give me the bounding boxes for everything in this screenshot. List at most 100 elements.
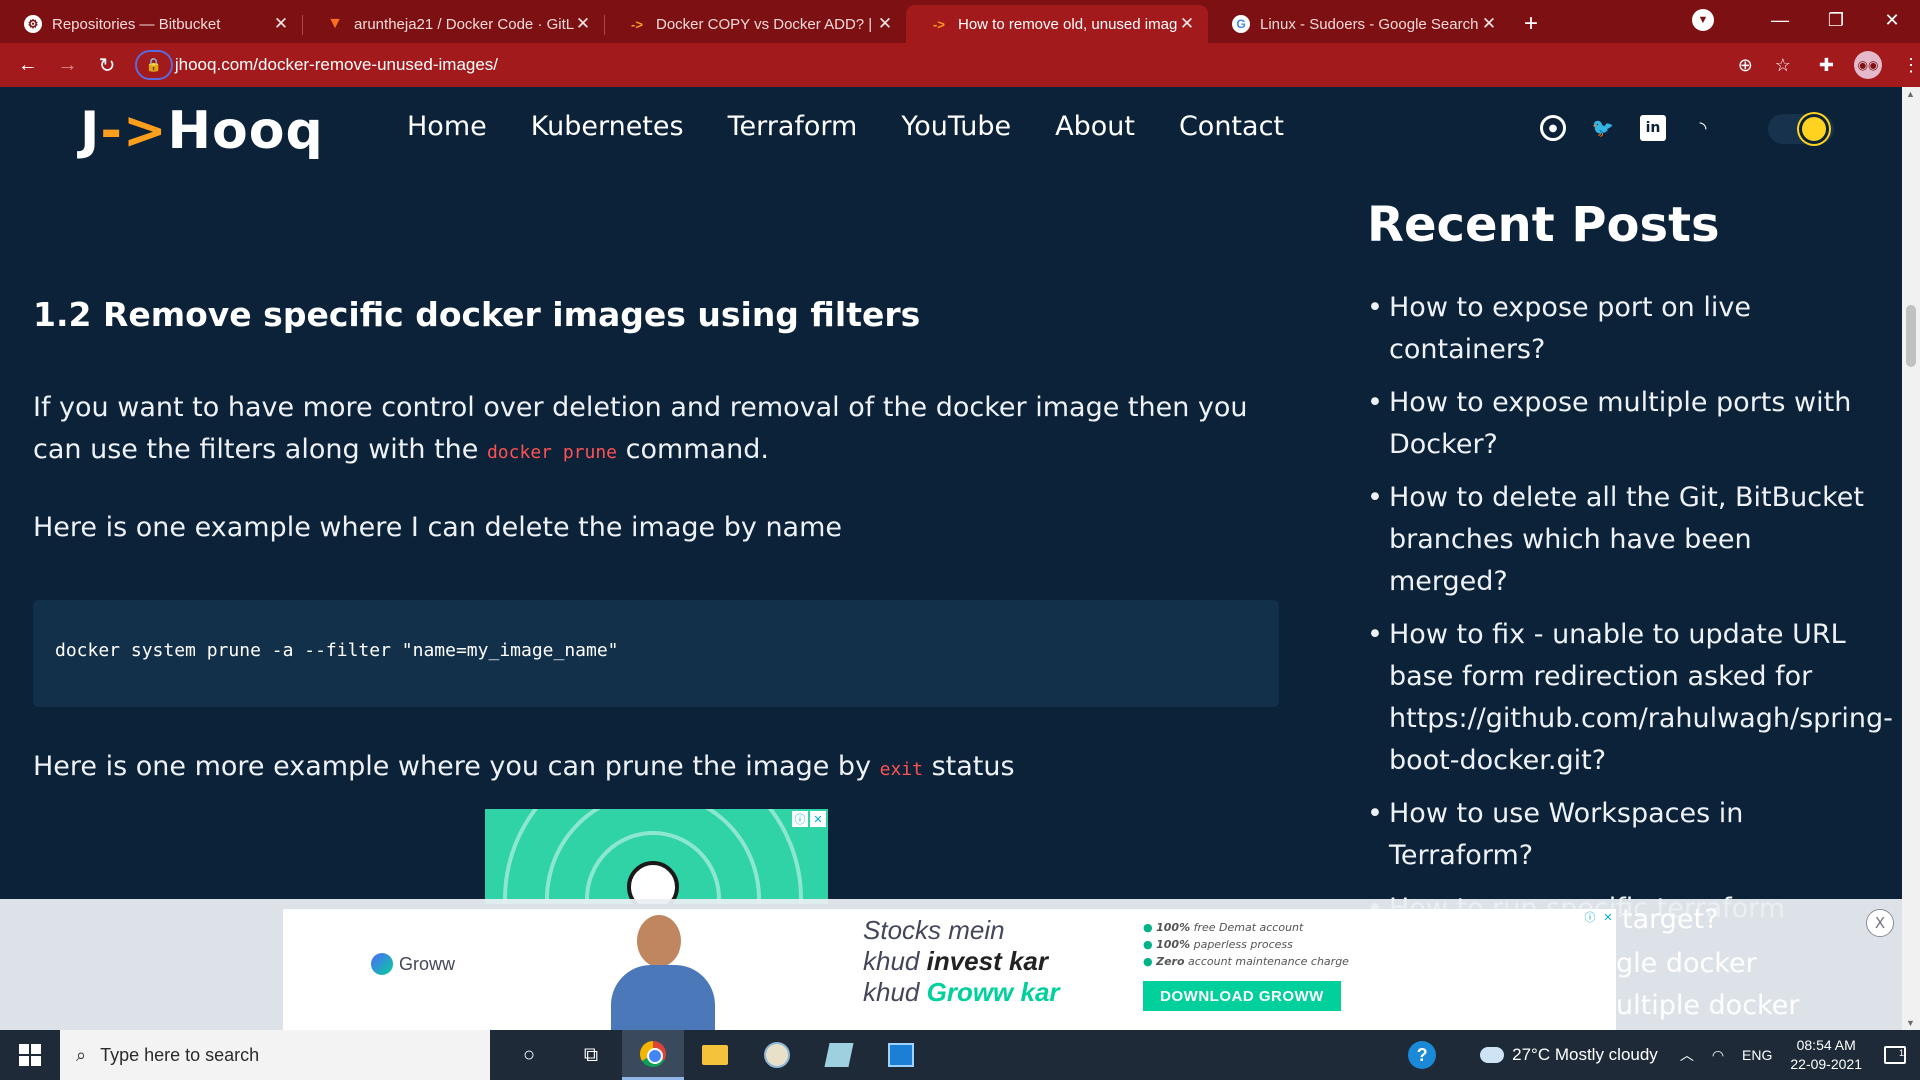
bullet-strong: 100%: [1156, 938, 1191, 951]
recent-post-link[interactable]: How to expose port on live containers?: [1367, 287, 1867, 371]
menu-kebab-icon[interactable]: ⋮: [1902, 55, 1920, 76]
site-logo[interactable]: J->Hooq: [80, 101, 324, 161]
logo-arrow: ->: [100, 101, 168, 161]
lock-icon[interactable]: 🔒: [134, 50, 173, 80]
groww-logo: Groww: [371, 953, 455, 975]
notification-icon[interactable]: 1: [1884, 1046, 1906, 1064]
extensions-icon[interactable]: ✚: [1819, 55, 1834, 76]
cortana-icon[interactable]: ○: [498, 1030, 560, 1080]
recent-post-link[interactable]: How to expose multiple ports with Docker…: [1367, 382, 1867, 466]
restore-icon[interactable]: ❐: [1808, 10, 1864, 31]
recent-post-link[interactable]: How to delete all the Git, BitBucket bra…: [1367, 477, 1867, 603]
recent-posts-title: Recent Posts: [1367, 197, 1720, 253]
close-window-icon[interactable]: ✕: [1864, 10, 1920, 31]
back-icon[interactable]: ←: [8, 54, 48, 77]
scrollbar-thumb[interactable]: [1906, 305, 1916, 367]
nav-home[interactable]: Home: [407, 111, 487, 142]
close-tab-icon[interactable]: ✕: [272, 14, 290, 34]
url-input[interactable]: 🔒 jhooq.com/docker-remove-unused-images/…: [134, 49, 1799, 81]
close-tab-icon[interactable]: ✕: [1178, 14, 1196, 34]
tab-bitbucket[interactable]: ⚙ Repositories — Bitbucket ✕: [0, 5, 302, 43]
ad-choices: ⓘ ✕: [1582, 909, 1616, 925]
address-bar: ← → ↻ 🔒 jhooq.com/docker-remove-unused-i…: [0, 43, 1920, 87]
site-header: J->Hooq Home Kubernetes Terraform YouTub…: [0, 87, 1902, 167]
paragraph-example-exit: Here is one more example where you can p…: [33, 746, 1283, 791]
ad-info-icon[interactable]: ⓘ: [1582, 909, 1598, 925]
scroll-up-icon[interactable]: ▲: [1906, 89, 1915, 99]
ad-close-icon[interactable]: ✕: [1600, 909, 1616, 925]
minimize-icon[interactable]: —: [1752, 10, 1808, 31]
ad-line: khud invest kar: [863, 946, 1060, 977]
linkedin-icon[interactable]: in: [1640, 115, 1666, 141]
theme-toggle[interactable]: [1768, 114, 1834, 144]
weather-text: 27°C Mostly cloudy: [1512, 1045, 1658, 1064]
main-nav: Home Kubernetes Terraform YouTube About …: [407, 111, 1284, 142]
twitter-icon[interactable]: 🐦: [1590, 115, 1616, 141]
inline-code: exit: [879, 759, 923, 780]
recent-post-link[interactable]: How to fix - unable to update URL base f…: [1367, 614, 1893, 782]
ad-info-icon[interactable]: ⓘ: [792, 811, 808, 827]
nav-youtube[interactable]: YouTube: [901, 111, 1011, 142]
nav-contact[interactable]: Contact: [1179, 111, 1284, 142]
clock-date: 22-09-2021: [1790, 1056, 1862, 1072]
page-scrollbar[interactable]: ▲ ▼: [1902, 87, 1920, 1030]
recent-post-fragment: target?: [1622, 904, 1719, 935]
forward-icon[interactable]: →: [48, 54, 88, 77]
nav-about[interactable]: About: [1055, 111, 1135, 142]
ad-person-image: [603, 915, 723, 1030]
close-tab-icon[interactable]: ✕: [876, 14, 894, 34]
wifi-icon[interactable]: ◠: [1712, 1047, 1724, 1064]
nav-terraform[interactable]: Terraform: [728, 111, 858, 142]
tab-search-icon[interactable]: ▼: [1692, 9, 1714, 31]
new-tab-button[interactable]: +: [1510, 5, 1552, 43]
close-ad-button[interactable]: X: [1866, 909, 1894, 937]
scroll-down-icon[interactable]: ▼: [1906, 1018, 1915, 1028]
weather-widget[interactable]: 27°C Mostly cloudy: [1480, 1045, 1658, 1065]
groww-banner[interactable]: Groww Stocks mein khud invest kar khud G…: [283, 909, 1616, 1030]
paragraph-example-name: Here is one example where I can delete t…: [33, 512, 843, 543]
logo-word: Hooq: [167, 101, 324, 161]
bookmark-star-icon[interactable]: ☆: [1775, 55, 1791, 76]
text: command.: [617, 434, 769, 465]
download-groww-button[interactable]: DOWNLOAD GROWW: [1143, 981, 1341, 1011]
url-text: jhooq.com/docker-remove-unused-images/: [174, 55, 499, 74]
taskbar-search-input[interactable]: ⌕ Type here to search: [60, 1030, 490, 1080]
web-page: J->Hooq Home Kubernetes Terraform YouTub…: [0, 87, 1902, 1030]
bullet-strong: Zero: [1156, 955, 1185, 968]
github-icon[interactable]: ●: [1540, 115, 1566, 141]
chrome-taskbar-icon[interactable]: [622, 1030, 684, 1080]
code-block[interactable]: docker system prune -a --filter "name=my…: [33, 600, 1279, 707]
clock[interactable]: 08:54 AM 22-09-2021: [1790, 1036, 1862, 1074]
tab-google-search[interactable]: G Linux - Sudoers - Google Search ✕: [1208, 5, 1510, 43]
tab-remove-unused-images[interactable]: -> How to remove old, unused imag ✕: [906, 5, 1208, 43]
zoom-icon[interactable]: ⊕: [1738, 55, 1753, 76]
tab-title: How to remove old, unused imag: [958, 15, 1178, 33]
ad-close-icon[interactable]: ✕: [810, 811, 826, 827]
rss-icon[interactable]: ◝: [1690, 115, 1716, 141]
ad-line: khud Groww kar: [863, 977, 1060, 1008]
close-tab-icon[interactable]: ✕: [1480, 14, 1498, 34]
help-icon[interactable]: ?: [1408, 1041, 1437, 1069]
recent-posts-list: How to expose port on live containers? H…: [1367, 287, 1893, 941]
nav-kubernetes[interactable]: Kubernetes: [531, 111, 684, 142]
photos-icon[interactable]: [870, 1030, 932, 1080]
inline-advertisement[interactable]: ⓘ ✕: [485, 809, 828, 904]
task-view-icon[interactable]: ⧉: [560, 1030, 622, 1080]
windows-logo-icon: [19, 1044, 41, 1066]
profile-avatar[interactable]: ◉◉: [1854, 51, 1883, 79]
close-tab-icon[interactable]: ✕: [574, 14, 592, 34]
bullet-strong: 100%: [1156, 921, 1191, 934]
paint-icon[interactable]: [746, 1030, 808, 1080]
start-button[interactable]: [0, 1030, 60, 1080]
groww-brand: Groww: [399, 953, 456, 974]
tab-gitlab[interactable]: ▼ aruntheja21 / Docker Code · GitL ✕: [302, 5, 604, 43]
chevron-up-icon[interactable]: ︿: [1680, 1045, 1694, 1065]
tab-docker-copy-vs-add[interactable]: -> Docker COPY vs Docker ADD? | J ✕: [604, 5, 906, 43]
bullet-text: paperless process: [1190, 938, 1293, 951]
reload-icon[interactable]: ↻: [87, 53, 127, 78]
recent-post-link[interactable]: How to use Workspaces in Terraform?: [1367, 793, 1867, 877]
notes-icon[interactable]: [808, 1030, 870, 1080]
language-indicator[interactable]: ENG: [1742, 1047, 1772, 1063]
file-explorer-icon[interactable]: [684, 1030, 746, 1080]
text: Here is one more example where you can p…: [33, 751, 880, 782]
